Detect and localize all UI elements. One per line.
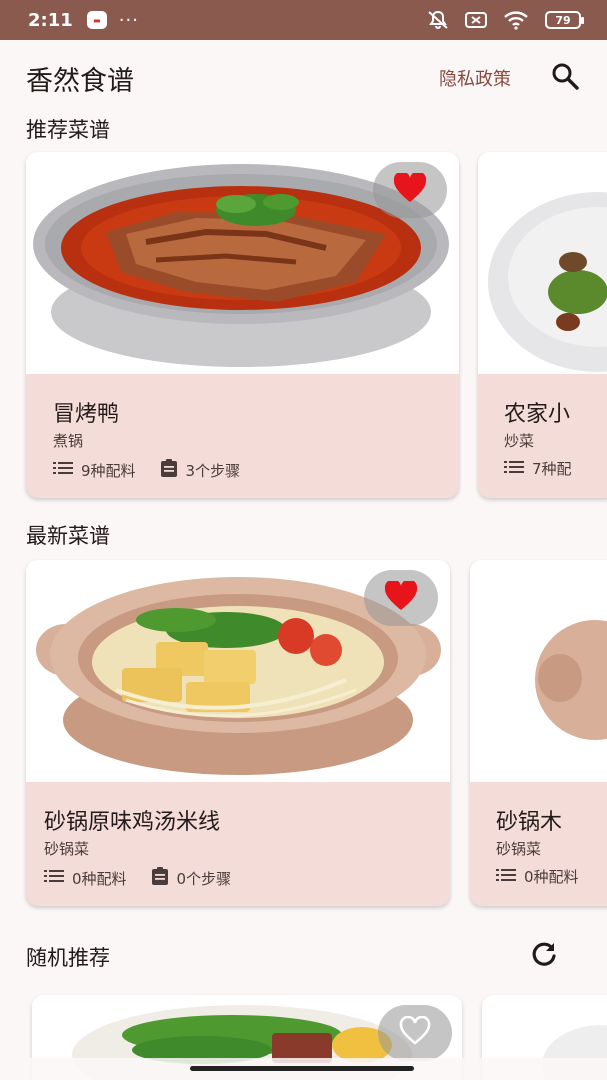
news-app-icon: ▬ <box>86 11 107 29</box>
recipe-meta: 9种配料 3个步骤 <box>53 458 264 482</box>
wifi-icon <box>503 10 529 30</box>
recipe-category: 炒菜 <box>504 432 535 450</box>
heart-filled-icon <box>393 171 427 207</box>
app-title: 香然食谱 <box>26 65 134 97</box>
clipboard-icon <box>160 458 178 482</box>
heart-outline-icon <box>398 1015 432 1050</box>
mute-icon <box>427 10 449 30</box>
list-icon <box>44 869 64 887</box>
favorite-button[interactable] <box>373 162 447 218</box>
search-icon[interactable] <box>551 62 579 94</box>
recipe-category: 煮锅 <box>53 432 84 450</box>
more-notifications-icon: ··· <box>118 9 139 31</box>
gesture-handle[interactable] <box>190 1066 414 1071</box>
battery-icon: 79 <box>545 11 584 29</box>
step-count: 0个步骤 <box>176 869 232 888</box>
list-icon <box>496 868 516 886</box>
ingredient-count: 9种配料 <box>81 461 136 480</box>
refresh-icon[interactable] <box>530 940 558 972</box>
list-icon <box>504 460 524 478</box>
ingredient-count: 0种配料 <box>72 869 127 888</box>
recipe-card[interactable]: 冒烤鸭 煮锅 9种配料 3个步骤 <box>26 152 459 498</box>
ingredient-count: 0种配料 <box>524 868 579 886</box>
recipe-category: 砂锅菜 <box>496 840 542 858</box>
recipe-meta: 0种配料 <box>496 866 603 887</box>
clipboard-icon <box>151 866 169 890</box>
section-title-random: 随机推荐 <box>26 946 110 970</box>
favorite-button[interactable] <box>378 1005 452 1061</box>
list-icon <box>53 461 73 479</box>
status-time: 2:11 <box>28 9 73 31</box>
recipe-card[interactable]: 砂锅原味鸡汤米线 砂锅菜 0种配料 0个步骤 <box>26 560 450 906</box>
section-title-recommended: 推荐菜谱 <box>26 118 110 142</box>
recipe-photo <box>478 152 607 374</box>
recipe-photo <box>470 560 607 782</box>
recipe-name: 冒烤鸭 <box>53 402 120 427</box>
recipe-category: 砂锅菜 <box>44 840 90 858</box>
ingredient-count: 7种配 <box>532 460 572 478</box>
no-sim-icon <box>465 11 487 29</box>
recipe-name: 农家小 <box>504 402 571 427</box>
recipe-name: 砂锅原味鸡汤米线 <box>44 810 221 835</box>
recipe-meta: 0种配料 0个步骤 <box>44 866 255 890</box>
app-bar: 香然食谱 隐私政策 <box>0 40 607 116</box>
step-count: 3个步骤 <box>185 461 241 480</box>
recipe-card[interactable]: 砂锅木 砂锅菜 0种配料 <box>470 560 607 906</box>
heart-filled-icon <box>384 579 418 615</box>
status-bar: 2:11 ▬ ··· 79 <box>0 0 607 40</box>
recipe-name: 砂锅木 <box>496 810 563 835</box>
privacy-policy-link[interactable]: 隐私政策 <box>439 65 511 91</box>
section-title-latest: 最新菜谱 <box>26 524 110 548</box>
recipe-card[interactable]: 农家小 炒菜 7种配 <box>478 152 607 498</box>
recipe-meta: 7种配 <box>504 458 596 479</box>
favorite-button[interactable] <box>364 570 438 626</box>
